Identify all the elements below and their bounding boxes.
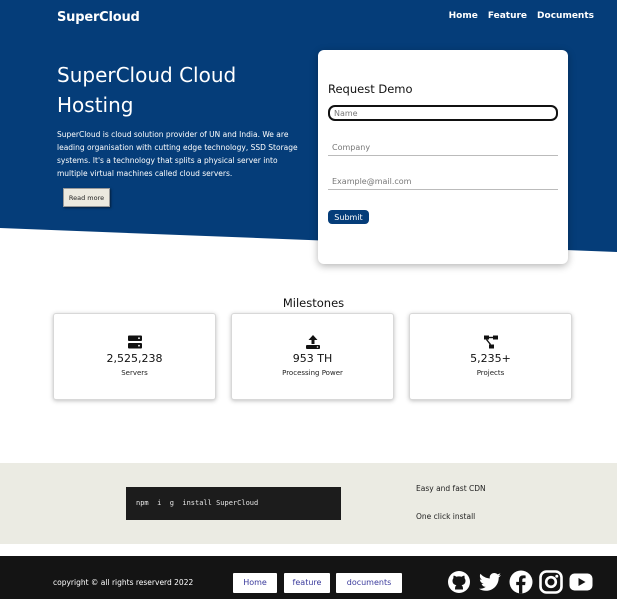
instagram-icon[interactable] xyxy=(539,570,563,594)
server-icon xyxy=(127,334,143,350)
footer-documents-link[interactable]: documents xyxy=(336,573,402,593)
project-diagram-icon xyxy=(483,334,499,350)
footer-feature-link[interactable]: feature xyxy=(284,573,330,593)
copyright-text: copyright © all rights reserverd 2022 xyxy=(53,578,194,587)
nav-home[interactable]: Home xyxy=(449,11,478,21)
milestone-label: Servers xyxy=(121,369,148,377)
milestone-card-servers: 2,525,238 Servers xyxy=(53,313,216,400)
milestone-card-processing: 953 TH Processing Power xyxy=(231,313,394,400)
company-input[interactable] xyxy=(328,140,558,156)
read-more-button[interactable]: Read more xyxy=(63,188,110,207)
youtube-icon[interactable] xyxy=(569,570,593,594)
milestone-card-projects: 5,235+ Projects xyxy=(409,313,572,400)
milestone-value: 2,525,238 xyxy=(106,352,163,365)
feature-cdn: Easy and fast CDN xyxy=(416,484,486,493)
hero-description: SuperCloud is cloud solution provider of… xyxy=(57,130,298,178)
footer: copyright © all rights reserverd 2022 Ho… xyxy=(0,556,617,599)
nav-documents[interactable]: Documents xyxy=(537,11,594,21)
submit-button[interactable]: Submit xyxy=(328,210,369,224)
top-nav: Home Feature Documents xyxy=(449,11,594,21)
upload-icon xyxy=(305,334,321,350)
milestone-value: 953 TH xyxy=(292,352,333,365)
request-demo-title: Request Demo xyxy=(328,82,413,96)
milestone-value: 5,235+ xyxy=(470,352,511,365)
name-input[interactable] xyxy=(328,105,558,121)
hero-title: SuperCloud Cloud Hosting xyxy=(57,63,237,117)
footer-home-link[interactable]: Home xyxy=(233,573,277,593)
github-icon[interactable] xyxy=(447,570,471,594)
twitter-icon[interactable] xyxy=(478,570,502,594)
milestones-title: Milestones xyxy=(282,296,345,310)
email-input[interactable] xyxy=(328,174,558,190)
request-demo-card: Request Demo Submit xyxy=(318,50,568,264)
install-command[interactable]: npm i g install SuperCloud xyxy=(126,487,341,520)
facebook-icon[interactable] xyxy=(509,570,533,594)
milestone-label: Processing Power xyxy=(282,369,343,377)
milestone-label: Projects xyxy=(476,369,505,377)
nav-feature[interactable]: Feature xyxy=(488,11,527,21)
brand-logo[interactable]: SuperCloud xyxy=(57,10,140,25)
feature-install: One click install xyxy=(416,512,476,521)
